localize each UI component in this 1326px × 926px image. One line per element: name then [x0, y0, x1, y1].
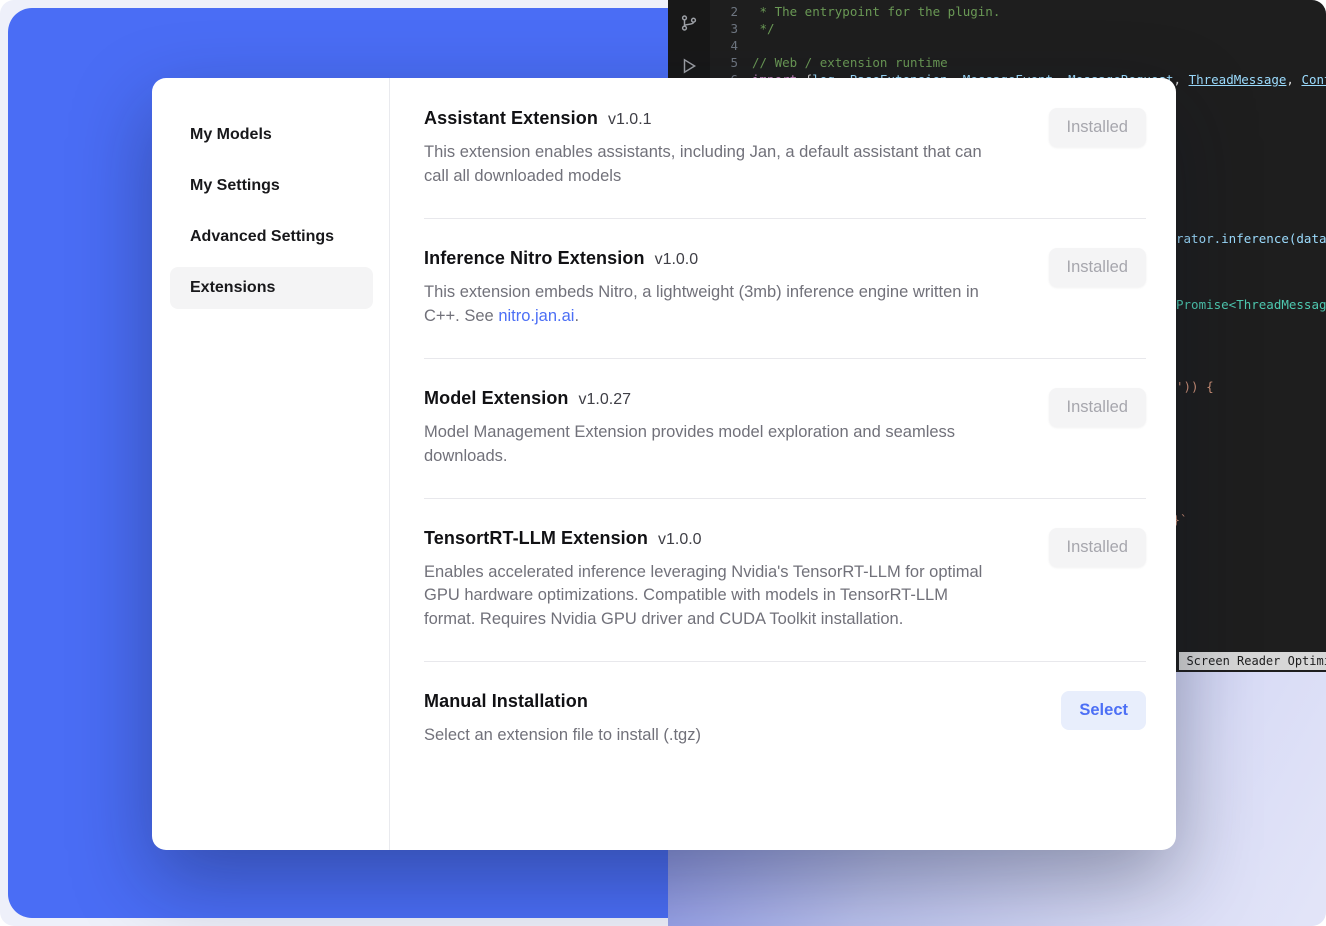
- extension-title: Assistant Extension v1.0.1: [424, 108, 1009, 129]
- description-text: Model Management Extension provides mode…: [424, 423, 955, 465]
- model-extension-action-button[interactable]: Installed: [1049, 388, 1146, 427]
- line-number: 5: [710, 54, 738, 71]
- description-text: This extension enables assistants, inclu…: [424, 143, 982, 185]
- extension-description: This extension embeds Nitro, a lightweig…: [424, 281, 1002, 329]
- sidebar-item-extensions[interactable]: Extensions: [170, 267, 373, 309]
- extension-title: Model Extension v1.0.27: [424, 388, 1009, 409]
- extension-row: Assistant Extension v1.0.1 This extension…: [424, 108, 1146, 189]
- extension-block: Model Extension v1.0.27 Model Management …: [424, 388, 1146, 499]
- code-line: */: [752, 20, 1326, 37]
- extension-row: TensortRT-LLM Extension v1.0.0 Enables ac…: [424, 528, 1146, 633]
- extension-name: Model Extension: [424, 388, 569, 408]
- extension-title: Manual Installation: [424, 691, 1021, 712]
- sidebar-item-my-models[interactable]: My Models: [190, 114, 371, 156]
- divider: [424, 661, 1146, 662]
- screen-reader-badge[interactable]: Screen Reader Optimized: [1179, 652, 1326, 670]
- extension-name: TensortRT-LLM Extension: [424, 528, 648, 548]
- extension-description: Select an extension file to install (.tg…: [424, 724, 1002, 748]
- run-icon[interactable]: [680, 57, 698, 78]
- description-text: .: [574, 307, 579, 325]
- extension-block: Assistant Extension v1.0.1 This extension…: [424, 108, 1146, 219]
- code-fragment: rator.inference(data));: [1176, 230, 1326, 247]
- nitro-jan-ai-link[interactable]: nitro.jan.ai: [498, 307, 574, 325]
- settings-card: My Models My Settings Advanced Settings …: [152, 78, 1176, 850]
- extensions-list: Assistant Extension v1.0.1 This extension…: [390, 78, 1176, 850]
- code-line: * The entrypoint for the plugin.: [752, 3, 1326, 20]
- description-text: Enables accelerated inference leveraging…: [424, 563, 982, 629]
- extension-block: Manual Installation Select an extension …: [424, 691, 1146, 748]
- sidebar-nav: My Models My Settings Advanced Settings …: [152, 78, 390, 850]
- code-fragment: ')) {: [1176, 378, 1214, 395]
- extension-description: This extension enables assistants, inclu…: [424, 141, 1002, 189]
- editor-gutter: 23456: [710, 3, 738, 88]
- divider: [424, 218, 1146, 219]
- extension-version: v1.0.0: [658, 531, 702, 548]
- line-number: 2: [710, 3, 738, 20]
- divider: [424, 358, 1146, 359]
- description-text: Select an extension file to install (.tg…: [424, 726, 701, 744]
- extension-version: v1.0.1: [608, 111, 652, 128]
- git-branch-icon[interactable]: [680, 14, 698, 35]
- extension-row: Inference Nitro Extension v1.0.0 This ext…: [424, 248, 1146, 329]
- extension-description: Enables accelerated inference leveraging…: [424, 561, 1002, 633]
- editor-code: * The entrypoint for the plugin. */ // W…: [752, 3, 1326, 88]
- extension-version: v1.0.0: [655, 251, 699, 268]
- editor-statusbar: go Screen Reader Optimized: [1155, 652, 1326, 670]
- sidebar-item-label: My Models: [190, 126, 272, 143]
- extension-title: Inference Nitro Extension v1.0.0: [424, 248, 1009, 269]
- extension-text: Inference Nitro Extension v1.0.0 This ext…: [424, 248, 1049, 329]
- code-line: // Web / extension runtime: [752, 54, 1326, 71]
- extension-name: Manual Installation: [424, 691, 588, 711]
- extension-block: TensortRT-LLM Extension v1.0.0 Enables ac…: [424, 528, 1146, 663]
- sidebar-item-advanced-settings[interactable]: Advanced Settings: [190, 216, 371, 258]
- sidebar-item-label: Advanced Settings: [190, 228, 334, 245]
- line-number: 4: [710, 37, 738, 54]
- inference-nitro-extension-action-button[interactable]: Installed: [1049, 248, 1146, 287]
- extension-version: v1.0.27: [579, 391, 631, 408]
- manual-installation-action-button[interactable]: Select: [1061, 691, 1146, 730]
- extension-text: Model Extension v1.0.27 Model Management …: [424, 388, 1049, 469]
- code-fragment: Promise<ThreadMessage>: [1176, 296, 1326, 313]
- extension-text: Assistant Extension v1.0.1 This extension…: [424, 108, 1049, 189]
- divider: [424, 498, 1146, 499]
- screen: 23456 * The entrypoint for the plugin. *…: [0, 0, 1326, 926]
- extension-row: Manual Installation Select an extension …: [424, 691, 1146, 748]
- extension-text: TensortRT-LLM Extension v1.0.0 Enables ac…: [424, 528, 1049, 633]
- extension-row: Model Extension v1.0.27 Model Management …: [424, 388, 1146, 469]
- extension-text: Manual Installation Select an extension …: [424, 691, 1061, 748]
- extension-name: Assistant Extension: [424, 108, 598, 128]
- sidebar-item-my-settings[interactable]: My Settings: [190, 165, 371, 207]
- line-number: 3: [710, 20, 738, 37]
- sidebar-item-label: My Settings: [190, 177, 280, 194]
- tensortrt-llm-extension-action-button[interactable]: Installed: [1049, 528, 1146, 567]
- extension-block: Inference Nitro Extension v1.0.0 This ext…: [424, 248, 1146, 359]
- assistant-extension-action-button[interactable]: Installed: [1049, 108, 1146, 147]
- extension-title: TensortRT-LLM Extension v1.0.0: [424, 528, 1009, 549]
- code-line: [752, 37, 1326, 54]
- extension-name: Inference Nitro Extension: [424, 248, 645, 268]
- extension-description: Model Management Extension provides mode…: [424, 421, 1002, 469]
- sidebar-item-label: Extensions: [190, 279, 275, 296]
